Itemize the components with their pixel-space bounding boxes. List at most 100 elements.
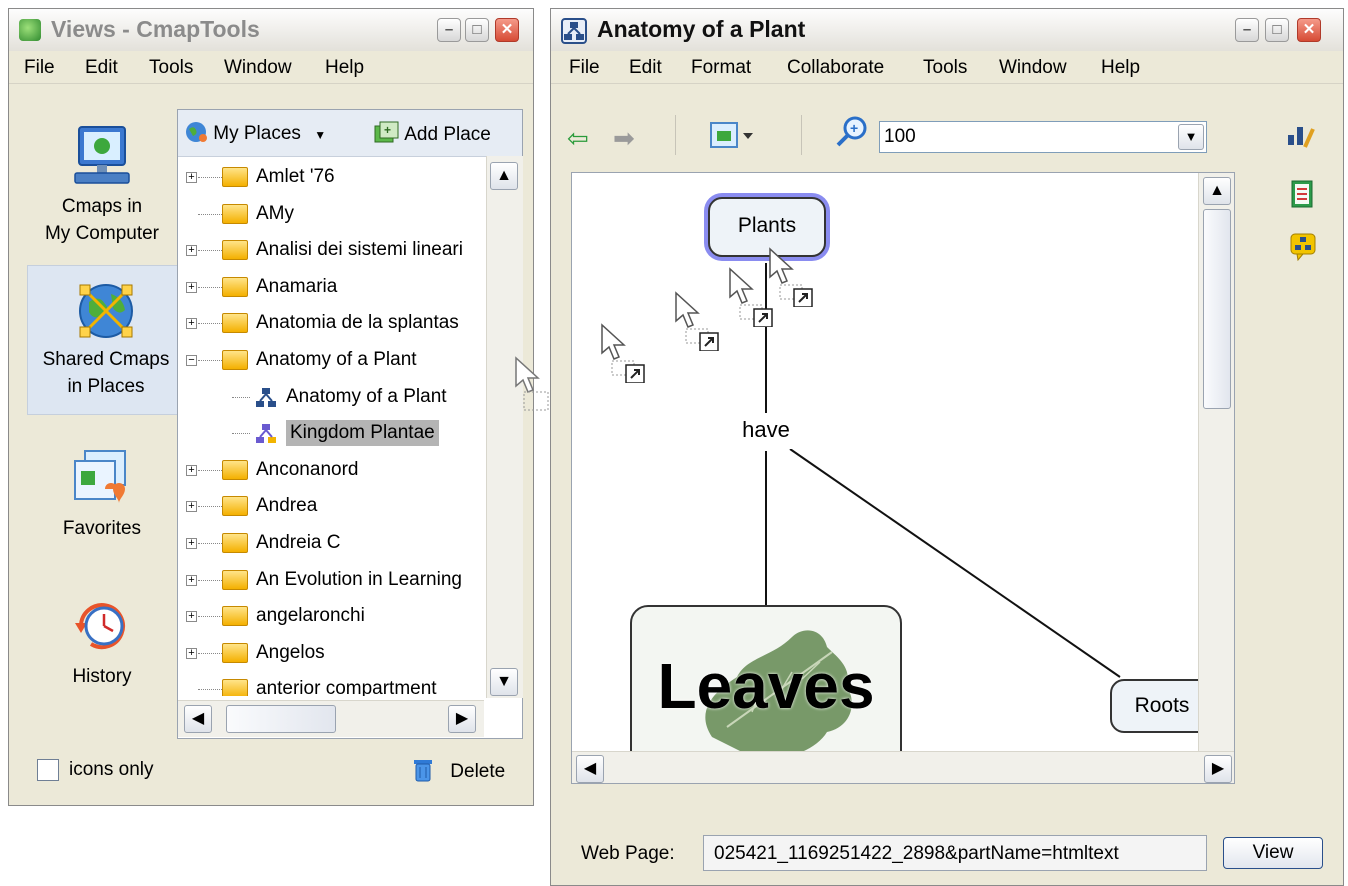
- folder-icon: [222, 313, 248, 334]
- concept-leaves[interactable]: Leaves: [630, 605, 902, 771]
- svg-text:+: +: [384, 123, 391, 137]
- cmap-toolbar: ⇦ ➡ + 100 ▼: [551, 85, 1343, 169]
- add-place-button[interactable]: + Add Place: [372, 120, 491, 146]
- view-button[interactable]: View: [1223, 837, 1323, 869]
- nav-shared-cmaps-in-places[interactable]: Shared Cmaps in Places: [27, 265, 185, 415]
- zoom-combobox[interactable]: 100 ▼: [879, 121, 1207, 153]
- expand-icon[interactable]: +: [186, 464, 197, 476]
- expand-icon[interactable]: +: [186, 245, 197, 257]
- places-toolbar: My Places ▼ + Add Place: [178, 110, 522, 157]
- scroll-up-button[interactable]: ▲: [490, 162, 518, 190]
- collapse-icon[interactable]: −: [186, 355, 197, 366]
- icons-only-checkbox[interactable]: [37, 759, 59, 781]
- delete-button[interactable]: Delete: [411, 755, 505, 783]
- discussion-icon[interactable]: [1289, 231, 1317, 261]
- my-places-button[interactable]: My Places ▼: [184, 120, 326, 145]
- close-button[interactable]: ✕: [1297, 18, 1321, 42]
- text-document-icon[interactable]: [1289, 179, 1315, 209]
- menu-tools[interactable]: Tools: [149, 57, 193, 79]
- nav-cmaps-in-my-computer[interactable]: Cmaps in My Computer: [23, 121, 181, 271]
- close-button[interactable]: ✕: [495, 18, 519, 42]
- menu-edit[interactable]: Edit: [629, 57, 662, 79]
- canvas-vertical-scrollbar[interactable]: ▲ ▼: [1198, 173, 1234, 781]
- maximize-button[interactable]: □: [1265, 18, 1289, 42]
- scroll-down-button[interactable]: ▼: [490, 668, 518, 696]
- tree-connector: [198, 360, 222, 361]
- expand-icon[interactable]: +: [186, 538, 197, 549]
- tree-connector: [198, 579, 222, 581]
- view-mode-dropdown[interactable]: [709, 119, 755, 159]
- nav-label-line1: Cmaps in: [61, 196, 143, 217]
- menu-collaborate[interactable]: Collaborate: [787, 57, 884, 79]
- tree-horizontal-scrollbar[interactable]: ◀ ▶: [178, 700, 484, 737]
- linking-phrase-have[interactable]: have: [734, 417, 798, 449]
- web-page-value: 025421_1169251422_2898&partName=htmltext: [714, 843, 1119, 864]
- folder-open-icon: [222, 350, 248, 370]
- expand-icon[interactable]: +: [186, 318, 197, 330]
- vertical-scroll-thumb[interactable]: [1203, 209, 1231, 409]
- scroll-up-button[interactable]: ▲: [1203, 177, 1231, 205]
- menu-tools[interactable]: Tools: [923, 57, 967, 79]
- properties-icon[interactable]: [1285, 123, 1315, 151]
- expand-icon[interactable]: +: [186, 647, 197, 659]
- history-clock-icon: [75, 603, 125, 650]
- cmap-icon: [256, 387, 276, 407]
- folder-icon: [222, 203, 248, 224]
- menu-file[interactable]: File: [569, 57, 600, 79]
- web-page-field[interactable]: 025421_1169251422_2898&partName=htmltext: [703, 835, 1207, 871]
- views-window-title: Views - CmapTools: [51, 16, 260, 42]
- menu-edit[interactable]: Edit: [85, 57, 118, 79]
- menu-file[interactable]: File: [24, 57, 55, 79]
- toolbar-separator: [675, 115, 676, 155]
- menu-window[interactable]: Window: [224, 57, 292, 79]
- folder-icon: [222, 459, 248, 480]
- expand-icon[interactable]: +: [186, 611, 197, 623]
- tree-item-label: Andreia C: [256, 532, 341, 553]
- favorites-icon: [74, 450, 126, 503]
- icons-only-label: icons only: [69, 759, 154, 780]
- tree-connector: [232, 396, 250, 398]
- zoom-dropdown-button[interactable]: ▼: [1178, 124, 1204, 150]
- add-place-label: Add Place: [404, 124, 491, 145]
- horizontal-scroll-thumb[interactable]: [226, 705, 336, 733]
- tree-item-label: An Evolution in Learning: [256, 568, 462, 590]
- expand-icon[interactable]: +: [186, 281, 197, 293]
- menu-help[interactable]: Help: [1101, 57, 1140, 79]
- tree-item-label: AMy: [256, 202, 294, 224]
- tree-connector: [198, 250, 222, 252]
- tree-item-label: Anatomia de la splantas: [256, 312, 459, 334]
- concept-label: Leaves: [657, 650, 875, 722]
- maximize-button[interactable]: □: [465, 18, 489, 42]
- minimize-button[interactable]: –: [437, 18, 461, 42]
- scroll-right-button[interactable]: ▶: [448, 705, 476, 733]
- menu-help[interactable]: Help: [325, 57, 364, 79]
- tree-vertical-scrollbar[interactable]: ▲ ▼: [486, 156, 523, 698]
- expand-icon[interactable]: +: [186, 574, 197, 586]
- tree-item-label: Anatomy of a Plant: [286, 385, 447, 407]
- concept-label: Roots: [1134, 694, 1190, 717]
- scroll-left-button[interactable]: ◀: [184, 705, 212, 733]
- expand-icon[interactable]: +: [186, 501, 197, 513]
- tree-item-label: Anconanord: [256, 458, 359, 480]
- folder-icon: [222, 276, 248, 297]
- folder-icon: [222, 167, 248, 187]
- scroll-left-button[interactable]: ◀: [576, 755, 604, 783]
- nav-history[interactable]: History: [23, 595, 181, 705]
- views-titlebar[interactable]: Views - CmapTools – □ ✕: [9, 9, 533, 52]
- forward-arrow-icon[interactable]: ➡: [613, 123, 635, 154]
- tree-connector: [198, 286, 222, 288]
- menu-format[interactable]: Format: [691, 57, 751, 79]
- cmap-menubar: File Edit Format Collaborate Tools Windo…: [551, 51, 1343, 84]
- tree-item-label: anterior compartment: [256, 678, 437, 696]
- cmap-canvas[interactable]: Plants have Leaves Roots ▲ ▼ ◀ ▶: [571, 172, 1235, 784]
- minimize-button[interactable]: –: [1235, 18, 1259, 42]
- canvas-horizontal-scrollbar[interactable]: ◀ ▶: [572, 751, 1234, 783]
- zoom-in-icon[interactable]: +: [835, 115, 869, 149]
- back-arrow-icon[interactable]: ⇦: [567, 123, 589, 154]
- expand-icon[interactable]: +: [186, 172, 197, 183]
- nav-favorites[interactable]: Favorites: [23, 445, 181, 555]
- scroll-right-button[interactable]: ▶: [1204, 755, 1232, 783]
- menu-window[interactable]: Window: [999, 57, 1067, 79]
- linking-phrase-label: have: [742, 417, 790, 442]
- cmap-titlebar[interactable]: Anatomy of a Plant – □ ✕: [551, 9, 1343, 52]
